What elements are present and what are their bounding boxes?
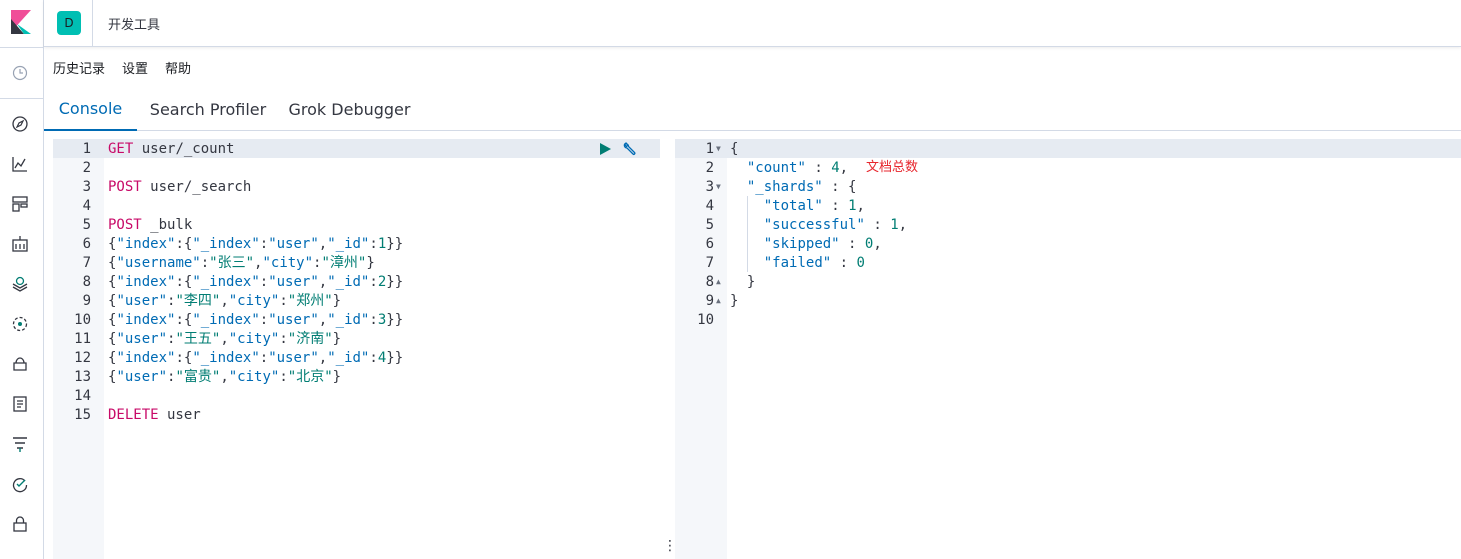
line-number: 11 <box>74 331 91 347</box>
tab-grok-debugger[interactable]: Grok Debugger <box>287 88 412 131</box>
header-divider <box>92 0 93 47</box>
fold-collapse-icon[interactable]: ▼ <box>716 182 721 191</box>
tab-bar: Console Search Profiler Grok Debugger <box>44 88 1461 131</box>
fold-collapse-icon[interactable]: ▼ <box>716 144 721 153</box>
tab-console[interactable]: Console <box>44 88 137 131</box>
line-number: 7 <box>705 255 714 271</box>
response-code-line: "_shards" : { <box>746 179 857 195</box>
line-number: 7 <box>82 255 91 271</box>
apm-icon[interactable] <box>10 434 30 454</box>
wrench-icon[interactable] <box>622 141 638 157</box>
help-link[interactable]: 帮助 <box>165 58 191 77</box>
response-viewer: 1 ▼ 2 3 ▼ 4 5 6 7 8 ▲ 9 ▲ 10 { "count" : 4, "_shards"… <box>675 139 1461 559</box>
request-editor[interactable]: 1 2 3 4 5 6 7 8 9 10 11 12 13 14 15 GET user/_count POS… <box>53 139 660 559</box>
request-code-line[interactable]: {"index":{"_index":"user","_id":3}} <box>108 311 403 330</box>
request-code-line[interactable]: {"username":"张三","city":"漳州"} <box>108 254 375 273</box>
request-code-line[interactable]: {"index":{"_index":"user","_id":4}} <box>108 349 403 368</box>
line-number: 10 <box>74 312 91 328</box>
response-code-line: "successful" : 1, <box>763 217 908 233</box>
line-number: 2 <box>82 160 91 176</box>
line-number: 3 <box>82 179 91 195</box>
line-number: 14 <box>74 388 91 404</box>
infrastructure-icon[interactable] <box>10 354 30 374</box>
response-code-line: "skipped" : 0, <box>763 236 882 252</box>
line-number: 4 <box>705 198 714 214</box>
fold-expand-icon[interactable]: ▲ <box>716 296 721 305</box>
line-number: 9 <box>705 293 714 309</box>
space-avatar[interactable]: D <box>57 11 81 35</box>
request-code-line[interactable]: {"index":{"_index":"user","_id":1}} <box>108 235 403 254</box>
line-number: 6 <box>705 236 714 252</box>
settings-link[interactable]: 设置 <box>122 58 148 77</box>
line-number: 2 <box>705 160 714 176</box>
tab-search-profiler[interactable]: Search Profiler <box>145 88 271 131</box>
history-link[interactable]: 历史记录 <box>53 58 105 77</box>
line-number: 12 <box>74 350 91 366</box>
top-header: D 开发工具 <box>44 0 1461 47</box>
fold-expand-icon[interactable]: ▲ <box>716 277 721 286</box>
line-number: 5 <box>705 217 714 233</box>
line-number: 15 <box>74 407 91 423</box>
request-code-line[interactable]: {"user":"王五","city":"济南"} <box>108 330 341 349</box>
security-icon[interactable] <box>10 514 30 534</box>
kibana-logo-icon[interactable] <box>11 10 31 34</box>
uptime-icon[interactable] <box>10 474 30 494</box>
line-number: 1 <box>705 141 714 157</box>
line-number: 5 <box>82 217 91 233</box>
response-code-line: { <box>730 141 739 157</box>
line-number: 8 <box>705 274 714 290</box>
clock-icon[interactable] <box>10 63 30 83</box>
response-code-line: } <box>746 274 756 290</box>
request-code-line[interactable]: POST _bulk <box>108 216 192 235</box>
maps-icon[interactable] <box>10 274 30 294</box>
response-code-line: } <box>730 293 739 309</box>
logs-icon[interactable] <box>10 394 30 414</box>
request-code-line[interactable]: {"index":{"_index":"user","_id":2}} <box>108 273 403 292</box>
line-number: 13 <box>74 369 91 385</box>
line-number: 8 <box>82 274 91 290</box>
console-menu: 历史记录 设置 帮助 <box>53 58 191 77</box>
request-code-line[interactable]: {"user":"富贵","city":"北京"} <box>108 368 341 387</box>
compass-icon[interactable] <box>10 114 30 134</box>
request-code-line[interactable]: {"user":"李四","city":"郑州"} <box>108 292 341 311</box>
line-number: 1 <box>82 141 91 157</box>
response-code-line: "count" : 4, <box>746 160 849 176</box>
count-annotation: 文档总数 <box>866 160 919 175</box>
response-code-line: "total" : 1, <box>763 198 865 214</box>
dashboard-icon[interactable] <box>10 194 30 214</box>
canvas-icon[interactable] <box>10 234 30 254</box>
response-code-line: "failed" : 0 <box>763 255 865 271</box>
line-number: 3 <box>705 179 714 195</box>
line-number: 10 <box>697 312 714 328</box>
request-code-line[interactable]: DELETE user <box>108 406 201 425</box>
line-number: 9 <box>82 293 91 309</box>
visualize-icon[interactable] <box>10 154 30 174</box>
side-nav <box>0 0 44 559</box>
line-number: 4 <box>82 198 91 214</box>
line-number: 6 <box>82 236 91 252</box>
ml-icon[interactable] <box>10 314 30 334</box>
response-active-line <box>675 139 1461 158</box>
send-request-icon[interactable] <box>598 142 612 156</box>
request-code-line[interactable]: GET user/_count <box>108 140 234 159</box>
request-code-line[interactable]: POST user/_search <box>108 178 251 197</box>
page-title: 开发工具 <box>108 18 161 33</box>
